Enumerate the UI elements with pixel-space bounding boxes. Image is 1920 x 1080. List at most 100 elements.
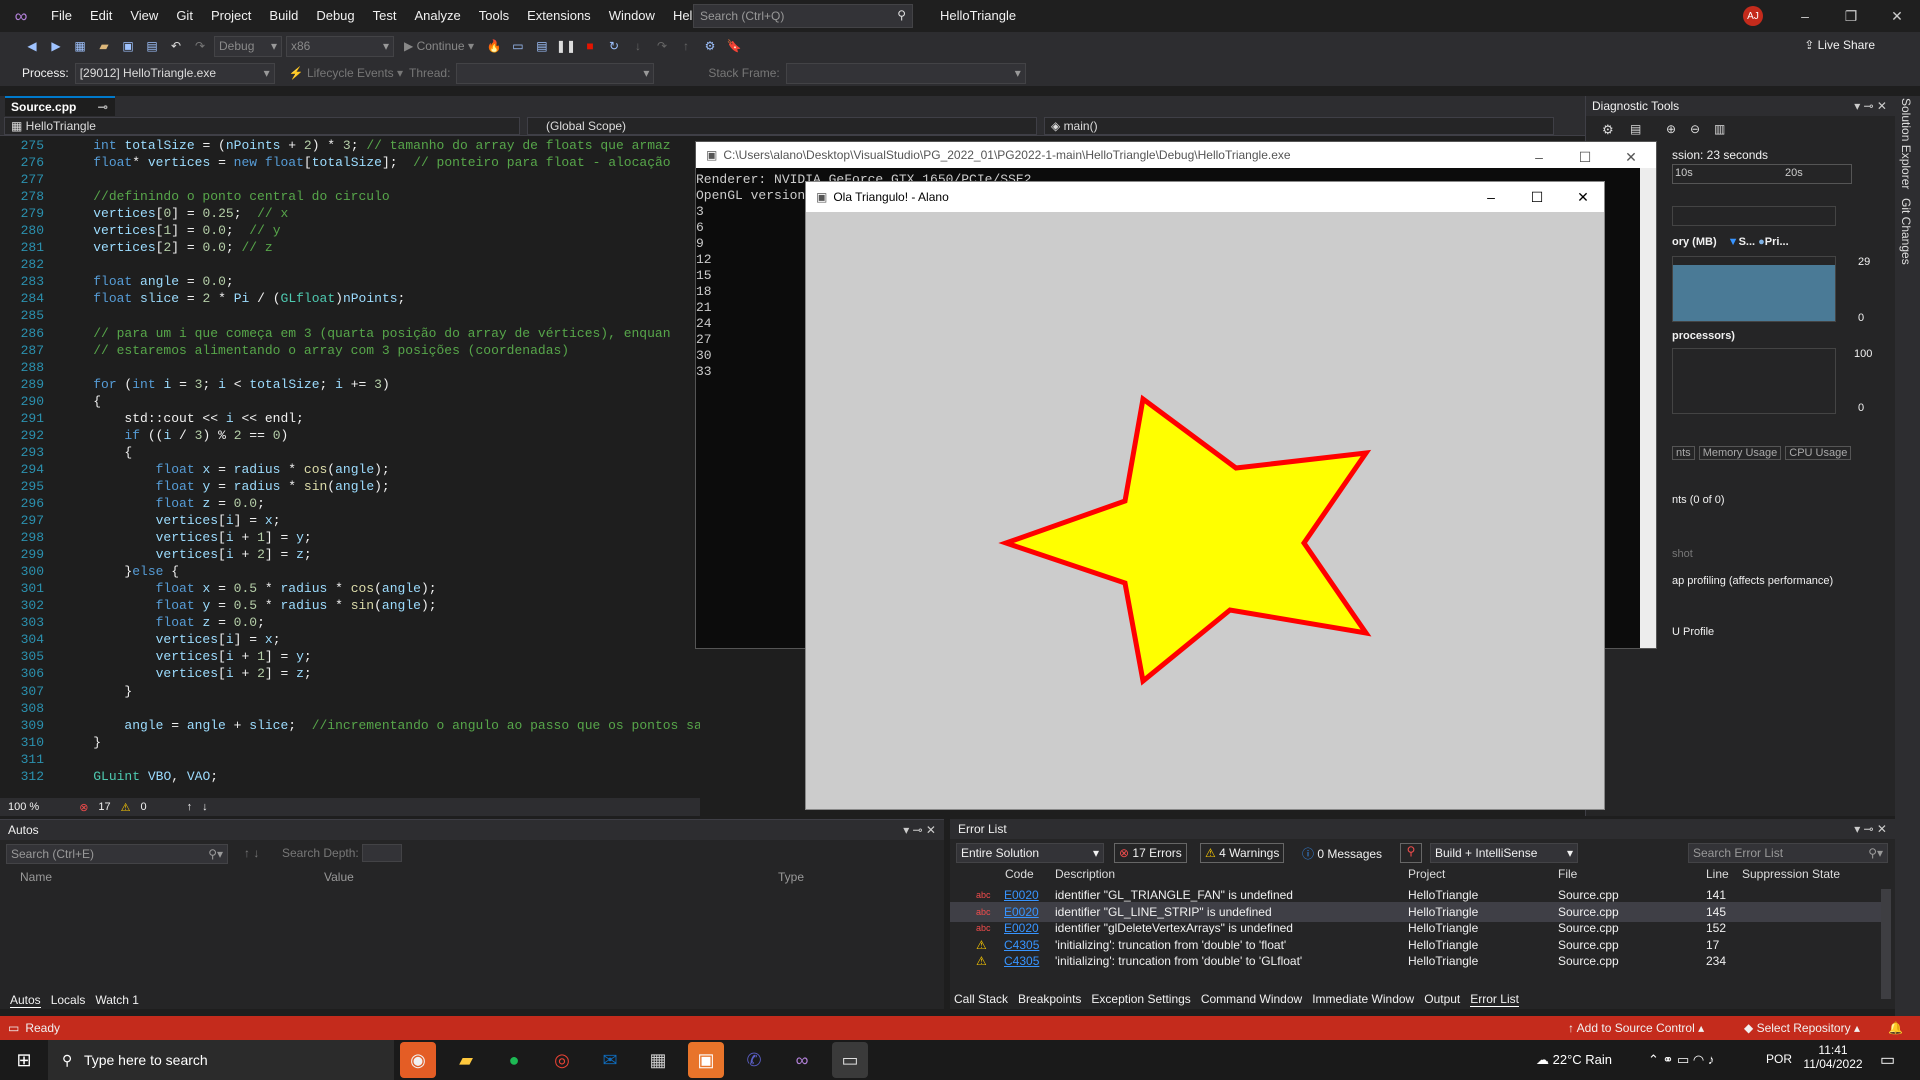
code-line[interactable]: 279 vertices[0] = 0.25; // x: [0, 205, 700, 222]
code-line[interactable]: 299 vertices[i + 2] = z;: [0, 546, 700, 563]
notification-icon[interactable]: 🔔: [1888, 1021, 1903, 1035]
column-description[interactable]: Description: [1055, 867, 1115, 881]
bookmark-icon[interactable]: 🔖: [724, 36, 744, 56]
tab-memory-usage[interactable]: Memory Usage: [1698, 446, 1782, 460]
search-depth-select[interactable]: [362, 844, 402, 862]
code-line[interactable]: 280 vertices[1] = 0.0; // y: [0, 222, 700, 239]
errors-filter-button[interactable]: ⊗ 17 Errors: [1114, 843, 1187, 863]
browse-icon[interactable]: ▭: [508, 36, 528, 56]
pause-icon[interactable]: ❚❚: [556, 36, 576, 56]
opengl-app-taskbar-icon[interactable]: ▭: [832, 1042, 868, 1078]
column-project[interactable]: Project: [1408, 867, 1445, 881]
messages-filter-button[interactable]: ⓘ 0 Messages: [1298, 843, 1386, 863]
code-editor[interactable]: 275 int totalSize = (nPoints + 2) * 3; /…: [0, 137, 700, 800]
menu-test[interactable]: Test: [364, 0, 406, 32]
code-line[interactable]: 296 float z = 0.0;: [0, 495, 700, 512]
code-line[interactable]: 275 int totalSize = (nPoints + 2) * 3; /…: [0, 137, 700, 154]
layout-icon[interactable]: ▤: [532, 36, 552, 56]
reset-icon[interactable]: ▥: [1714, 122, 1725, 136]
teams-icon[interactable]: ✆: [736, 1042, 772, 1078]
code-line[interactable]: 308: [0, 700, 700, 717]
console-maximize-icon[interactable]: ☐: [1562, 142, 1608, 172]
menu-debug[interactable]: Debug: [307, 0, 363, 32]
filter-icon[interactable]: ⚲: [1400, 843, 1422, 863]
hot-reload-icon[interactable]: 🔥: [484, 36, 504, 56]
tab-locals[interactable]: Locals: [51, 993, 86, 1008]
error-list-scrollbar[interactable]: [1881, 889, 1891, 999]
menu-git[interactable]: Git: [167, 0, 202, 32]
taskbar-search[interactable]: ⚲ Type here to search: [48, 1040, 394, 1080]
code-line[interactable]: 302 float y = 0.5 * radius * sin(angle);: [0, 597, 700, 614]
code-line[interactable]: 292 if ((i / 3) % 2 == 0): [0, 427, 700, 444]
calculator-icon[interactable]: ▦: [640, 1042, 676, 1078]
warnings-filter-button[interactable]: ⚠ 4 Warnings: [1200, 843, 1285, 863]
error-code[interactable]: C4305: [1004, 938, 1039, 952]
git-changes-tab[interactable]: Git Changes: [1899, 198, 1913, 265]
code-line[interactable]: 285: [0, 307, 700, 324]
zoom-out-icon[interactable]: ⊖: [1690, 122, 1700, 136]
cpu-profile-button[interactable]: U Profile: [1672, 626, 1714, 638]
code-line[interactable]: 284 float slice = 2 * Pi / (GLfloat)nPoi…: [0, 290, 700, 307]
column-code[interactable]: Code: [1005, 867, 1034, 881]
gl-close-icon[interactable]: ✕: [1560, 182, 1606, 212]
undo-icon[interactable]: ↶: [166, 36, 186, 56]
warning-count-icon[interactable]: ⚠: [121, 801, 131, 814]
stack-frame-select[interactable]: [785, 62, 1026, 84]
tab-command-window[interactable]: Command Window: [1201, 992, 1302, 1007]
restart-icon[interactable]: ↻: [604, 36, 624, 56]
error-code[interactable]: C4305: [1004, 954, 1039, 968]
select-tools-icon[interactable]: ▤: [1630, 122, 1641, 136]
error-row[interactable]: ⚠ C4305 'initializing': truncation from 'd…: [950, 951, 1890, 971]
language-indicator[interactable]: POR: [1766, 1052, 1792, 1066]
tray-icons[interactable]: ⌃ ⚭ ▭ ◠ ♪: [1648, 1052, 1714, 1068]
tab-immediate-window[interactable]: Immediate Window: [1312, 992, 1414, 1007]
settings-icon[interactable]: ⚙: [1602, 122, 1614, 138]
code-line[interactable]: 282: [0, 256, 700, 273]
error-search-input[interactable]: Search Error List ⚲▾: [1688, 843, 1888, 863]
process-select[interactable]: [29012] HelloTriangle.exe: [74, 62, 275, 84]
column-line[interactable]: Line: [1706, 867, 1729, 881]
column-type[interactable]: Type: [778, 870, 804, 884]
code-line[interactable]: 290 {: [0, 393, 700, 410]
tab-source-cpp[interactable]: Source.cpp ⊸ ✕: [5, 96, 115, 128]
zoom-in-icon[interactable]: ⊕: [1666, 122, 1676, 136]
column-file[interactable]: File: [1558, 867, 1577, 881]
depth-arrows[interactable]: ↑ ↓: [244, 846, 259, 860]
code-line[interactable]: 312 GLuint VBO, VAO;: [0, 768, 700, 785]
code-line[interactable]: 300 }else {: [0, 563, 700, 580]
code-line[interactable]: 278 //definindo o ponto central do circu…: [0, 188, 700, 205]
visual-studio-taskbar-icon[interactable]: ∞: [784, 1042, 820, 1078]
step-over-icon[interactable]: ↷: [652, 36, 672, 56]
code-line[interactable]: 303 float z = 0.0;: [0, 614, 700, 631]
project-dropdown[interactable]: ▦ HelloTriangle: [4, 117, 520, 135]
code-line[interactable]: 289 for (int i = 3; i < totalSize; i += …: [0, 376, 700, 393]
tab-exception-settings[interactable]: Exception Settings: [1091, 992, 1190, 1007]
tab-watch-1[interactable]: Watch 1: [95, 993, 139, 1008]
menu-view[interactable]: View: [121, 0, 167, 32]
app-icon-1[interactable]: ◉: [400, 1042, 436, 1078]
next-issue-icon[interactable]: ↓: [202, 801, 208, 813]
open-icon[interactable]: ▰: [94, 36, 114, 56]
heap-profiling-toggle[interactable]: ap profiling (affects performance): [1672, 575, 1833, 587]
avatar[interactable]: AJ: [1743, 6, 1763, 26]
solution-explorer-tab[interactable]: Solution Explorer: [1899, 98, 1913, 189]
tab-call-stack[interactable]: Call Stack: [954, 992, 1008, 1007]
code-line[interactable]: 306 vertices[i + 2] = z;: [0, 665, 700, 682]
menu-edit[interactable]: Edit: [81, 0, 121, 32]
gl-maximize-icon[interactable]: ☐: [1514, 182, 1560, 212]
scope-dropdown[interactable]: (Global Scope): [527, 117, 1037, 135]
code-line[interactable]: 288: [0, 359, 700, 376]
platform-select[interactable]: x86: [286, 35, 394, 57]
code-line[interactable]: 277: [0, 171, 700, 188]
previous-issue-icon[interactable]: ↑: [187, 801, 193, 813]
console-scrollbar[interactable]: [1640, 168, 1656, 648]
code-line[interactable]: 297 vertices[i] = x;: [0, 512, 700, 529]
menu-extensions[interactable]: Extensions: [518, 0, 600, 32]
error-code[interactable]: E0020: [1004, 905, 1039, 919]
tab-error-list[interactable]: Error List: [1470, 992, 1519, 1007]
code-line[interactable]: 295 float y = radius * sin(angle);: [0, 478, 700, 495]
redo-icon[interactable]: ↷: [190, 36, 210, 56]
tab-events[interactable]: nts: [1672, 446, 1695, 460]
forward-icon[interactable]: ▶: [46, 36, 66, 56]
menu-file[interactable]: File: [42, 0, 81, 32]
